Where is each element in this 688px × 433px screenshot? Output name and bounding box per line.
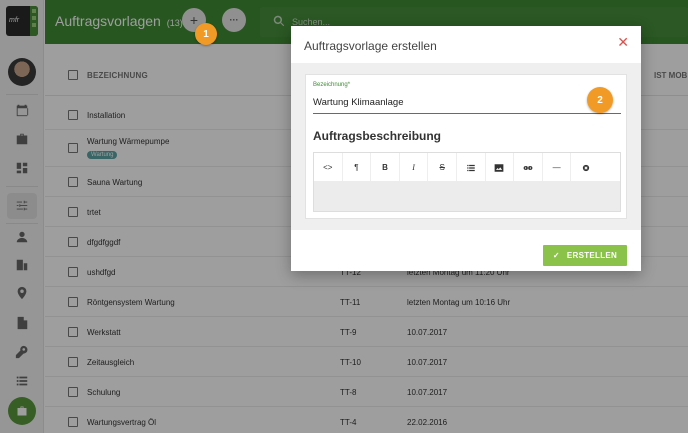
create-button-label: ERSTELLEN — [566, 251, 618, 260]
image-icon[interactable] — [486, 153, 515, 182]
name-field-label: Bezeichnung* — [313, 82, 351, 88]
dialog-body: Bezeichnung* Auftragsbeschreibung <> ¶ B… — [291, 63, 641, 230]
step-badge-1: 1 — [195, 23, 217, 45]
editor-toolbar: <> ¶ B I S — — [313, 152, 621, 182]
horizontal-rule-icon[interactable]: — — [543, 153, 572, 182]
strikethrough-icon[interactable]: S — [428, 153, 457, 182]
create-button[interactable]: ✓ ERSTELLEN — [543, 245, 627, 266]
check-icon: ✓ — [552, 251, 560, 260]
code-icon[interactable]: <> — [314, 153, 343, 182]
dialog-header: Auftragsvorlage erstellen ✕ — [291, 26, 641, 63]
form-card: Bezeichnung* Auftragsbeschreibung <> ¶ B… — [305, 74, 627, 219]
dialog-footer: ✓ ERSTELLEN — [291, 230, 641, 271]
italic-icon[interactable]: I — [400, 153, 429, 182]
dialog-title: Auftragsvorlage erstellen — [304, 39, 437, 53]
name-field[interactable] — [313, 92, 621, 114]
link-icon[interactable] — [514, 153, 543, 182]
create-template-dialog: Auftragsvorlage erstellen ✕ Bezeichnung*… — [291, 26, 641, 271]
clear-format-icon[interactable] — [571, 153, 600, 182]
bold-icon[interactable]: B — [371, 153, 400, 182]
list-icon[interactable] — [457, 153, 486, 182]
description-editor[interactable] — [313, 181, 621, 212]
close-icon[interactable]: ✕ — [617, 34, 629, 51]
step-badge-2: 2 — [587, 87, 613, 113]
paragraph-icon[interactable]: ¶ — [343, 153, 372, 182]
description-section-title: Auftragsbeschreibung — [313, 129, 442, 143]
